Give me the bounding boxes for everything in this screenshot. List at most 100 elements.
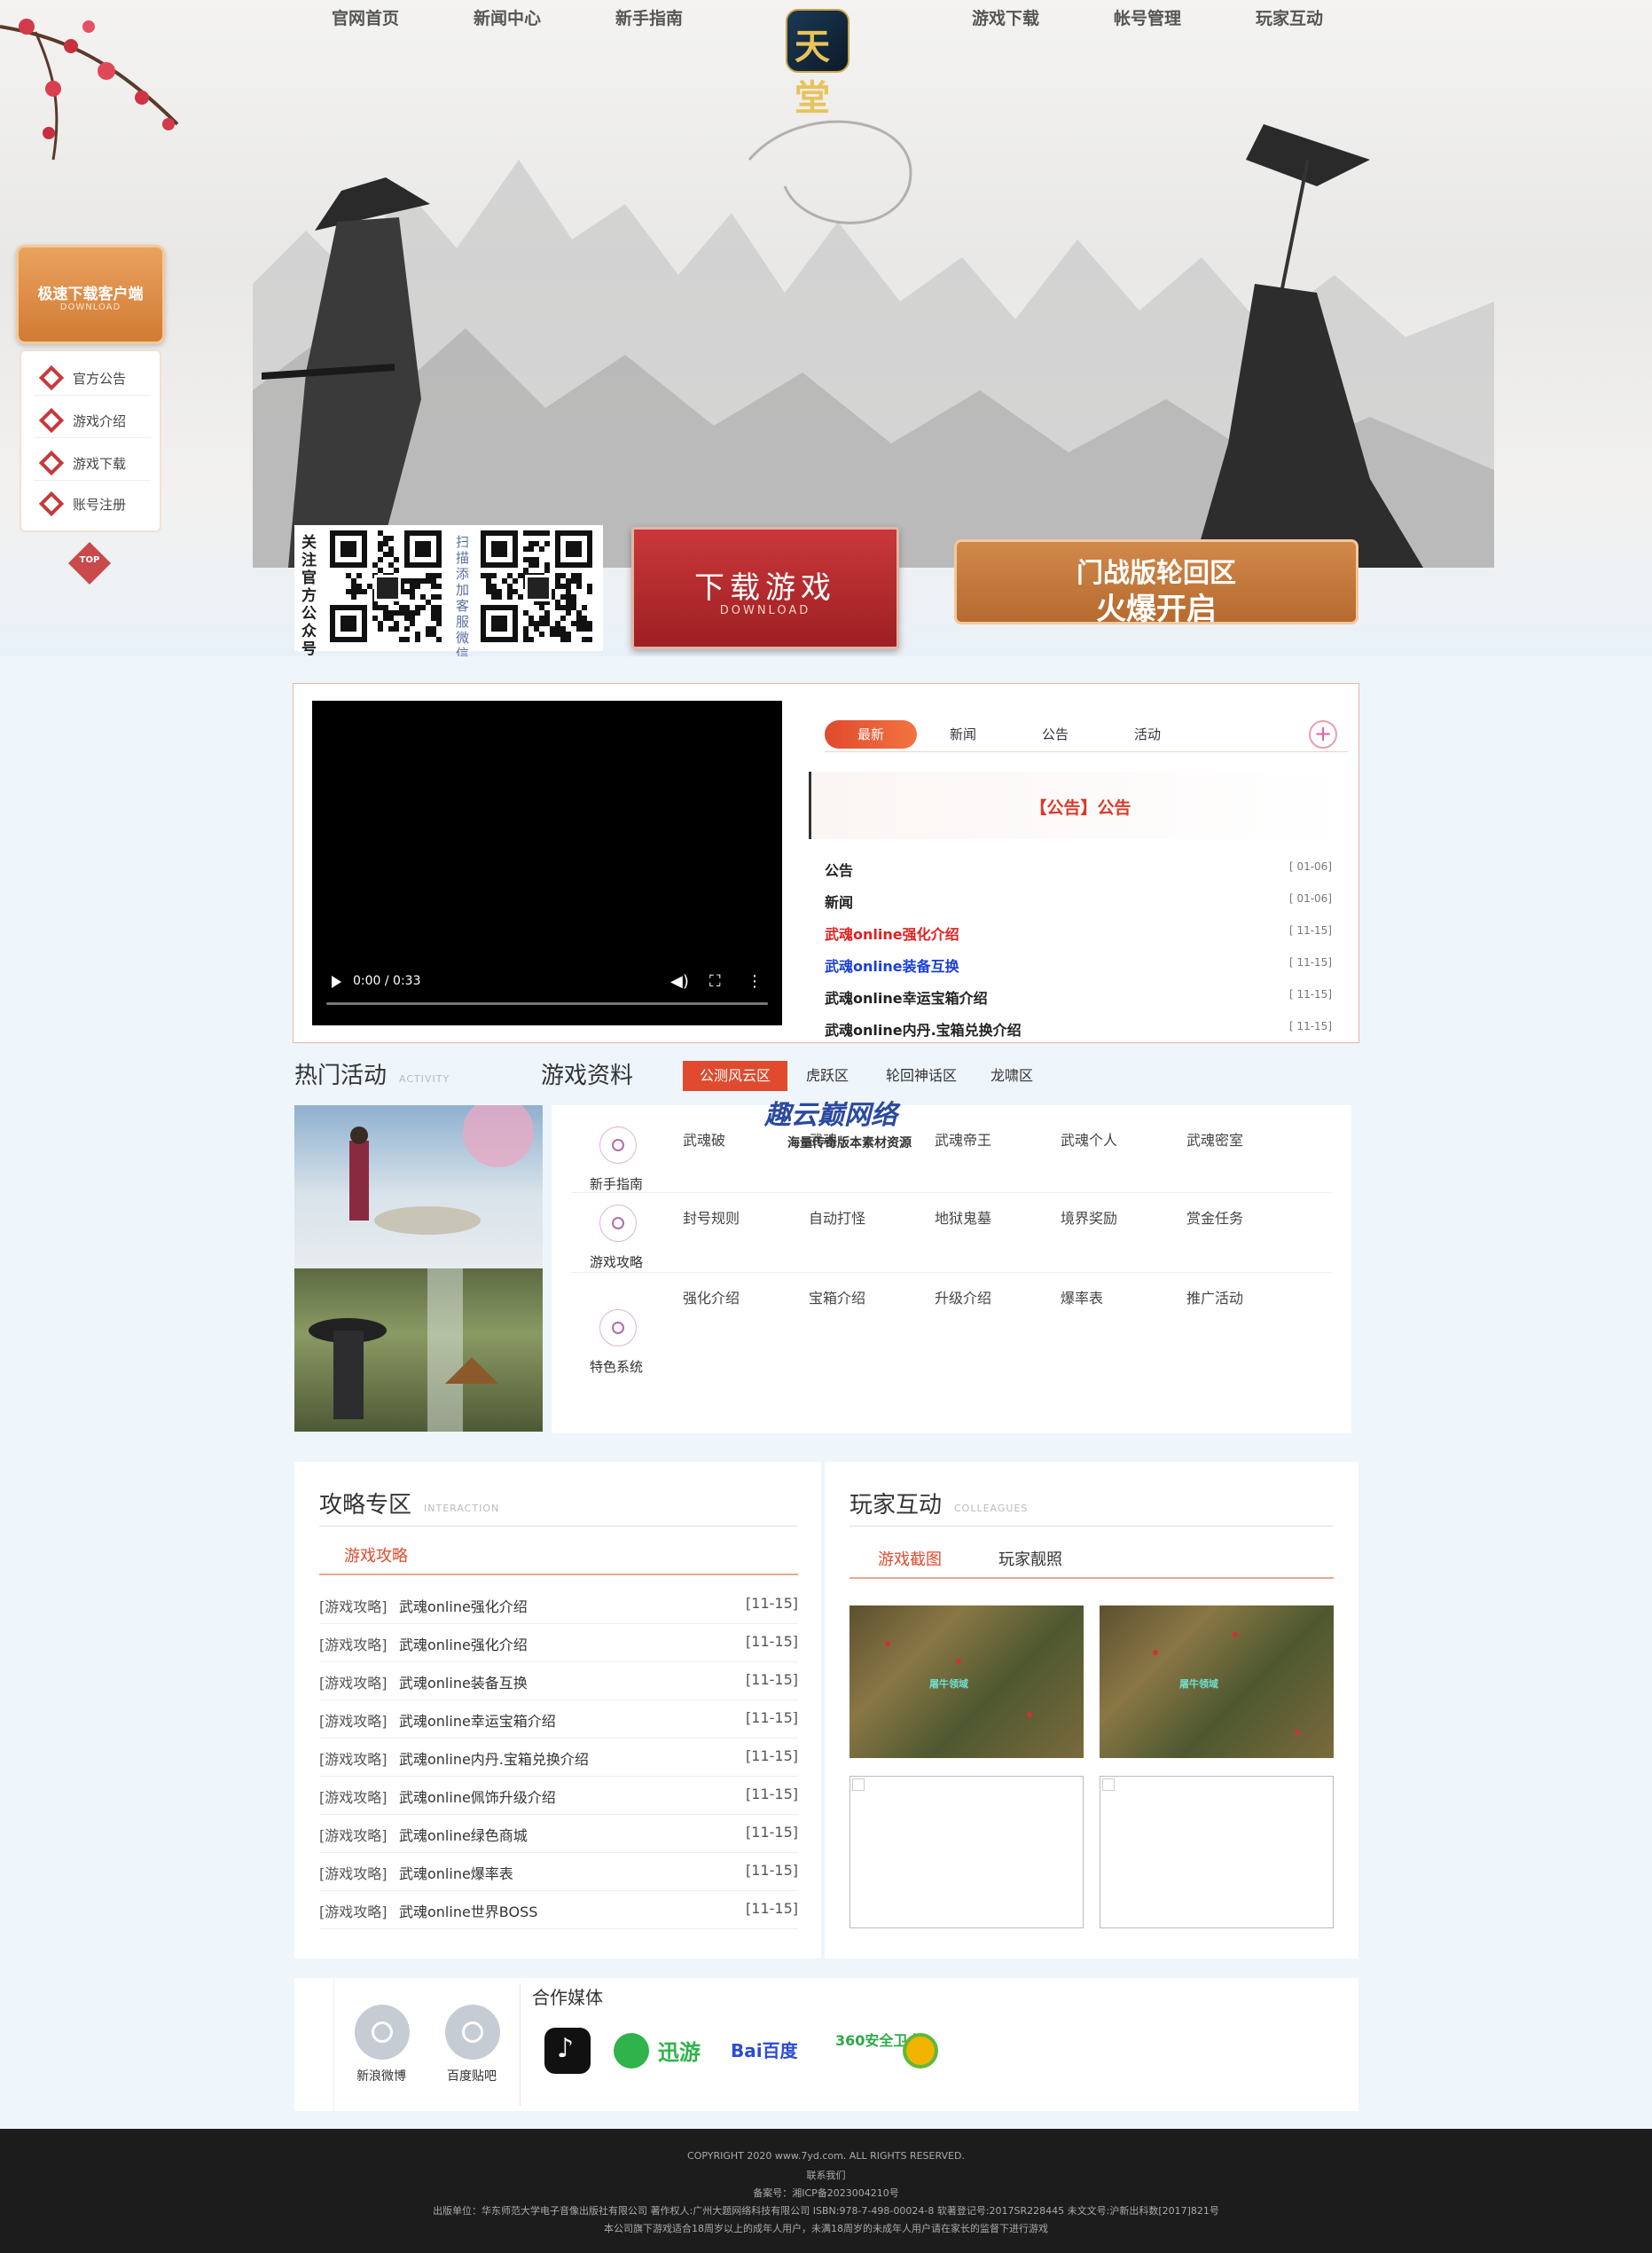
nav-download[interactable]: 游戏下载 xyxy=(972,5,1039,29)
download-game-button[interactable]: 下载游戏 DOWNLOAD xyxy=(631,527,899,649)
tieba-label[interactable]: 百度贴吧 xyxy=(447,2067,497,2084)
game-data-link[interactable]: 武魂帝王 xyxy=(935,1128,991,1150)
nav-news[interactable]: 新闻中心 xyxy=(474,5,541,29)
xunyou-logo[interactable]: 迅游 xyxy=(658,2035,701,2066)
game-data-link[interactable]: 爆率表 xyxy=(1061,1286,1103,1307)
news-row[interactable]: 武魂online装备互换 [ 11-15] xyxy=(825,947,1332,979)
tab-huyue[interactable]: 虎跃区 xyxy=(775,1061,880,1091)
category-strategy[interactable]: 游戏攻略 xyxy=(568,1194,665,1270)
strategy-row[interactable]: [游戏攻略] 武魂online强化介绍 [11-15] xyxy=(319,1586,798,1624)
news-row[interactable]: 公告 [ 01-06] xyxy=(825,852,1332,883)
news-row-title[interactable]: 新闻 xyxy=(825,891,853,912)
screenshot-1[interactable]: 屠牛领域 xyxy=(849,1605,1084,1758)
game-data-link[interactable]: 地狱鬼墓 xyxy=(935,1206,991,1228)
side-item-register[interactable]: 账号注册 xyxy=(34,484,151,522)
strategy-row[interactable]: [游戏攻略] 武魂online佩饰升级介绍 [11-15] xyxy=(319,1777,798,1815)
news-row-title[interactable]: 武魂online内丹.宝箱兑换介绍 xyxy=(825,1018,1022,1040)
game-data-link[interactable]: 武魂个人 xyxy=(1061,1128,1117,1150)
news-row-title[interactable]: 武魂online强化介绍 xyxy=(825,922,959,944)
tieba-icon[interactable] xyxy=(445,2005,500,2060)
nav-home[interactable]: 官网首页 xyxy=(332,5,399,29)
news-headline[interactable]: 【公告】公告 xyxy=(809,772,1350,839)
game-data-link[interactable]: 宝箱介绍 xyxy=(809,1286,865,1307)
strategy-row-title[interactable]: 武魂online强化介绍 xyxy=(399,1595,528,1616)
video-progress-bar[interactable] xyxy=(326,1002,768,1005)
tab-strategy[interactable]: 游戏攻略 xyxy=(344,1543,408,1566)
weibo-label[interactable]: 新浪微博 xyxy=(356,2067,406,2084)
strategy-row-title[interactable]: 武魂online幸运宝箱介绍 xyxy=(399,1709,556,1731)
game-data-link[interactable]: 推广活动 xyxy=(1186,1286,1243,1307)
strategy-row[interactable]: [游戏攻略] 武魂online世界BOSS [11-15] xyxy=(319,1891,798,1929)
strategy-row[interactable]: [游戏攻略] 武魂online强化介绍 [11-15] xyxy=(319,1624,798,1662)
strategy-row-title[interactable]: 武魂online内丹.宝箱兑换介绍 xyxy=(399,1747,589,1769)
tab-longxiao[interactable]: 龙啸区 xyxy=(959,1061,1064,1091)
more-news-button[interactable]: + xyxy=(1309,720,1337,749)
broken-image-2[interactable] xyxy=(1100,1776,1334,1928)
game-data-link[interactable]: 升级介绍 xyxy=(935,1286,991,1307)
footer-icp[interactable]: 备案号：湘ICP备2023004210号 xyxy=(0,2186,1652,2200)
strategy-row-title[interactable]: 武魂online世界BOSS xyxy=(399,1900,537,1921)
qr-code-service xyxy=(481,530,596,646)
tab-gongce[interactable]: 公测风云区 xyxy=(683,1061,787,1091)
more-options-icon[interactable]: ⋮ xyxy=(747,972,763,991)
nav-interaction[interactable]: 玩家互动 xyxy=(1256,5,1323,29)
tab-latest[interactable]: 最新 xyxy=(825,720,917,749)
strategy-row-title[interactable]: 武魂online绿色商城 xyxy=(399,1824,528,1845)
tab-news[interactable]: 新闻 xyxy=(917,720,1009,749)
side-item-download[interactable]: 游戏下载 xyxy=(34,444,151,481)
tab-activity[interactable]: 活动 xyxy=(1101,720,1194,749)
game-data-link[interactable]: 境界奖励 xyxy=(1061,1206,1117,1228)
side-item-intro[interactable]: 游戏介绍 xyxy=(34,401,151,438)
news-row-title[interactable]: 武魂online装备互换 xyxy=(825,954,959,976)
douyin-logo[interactable]: ♪ xyxy=(544,2028,591,2074)
nav-guide[interactable]: 新手指南 xyxy=(615,5,683,29)
strategy-row[interactable]: [游戏攻略] 武魂online内丹.宝箱兑换介绍 [11-15] xyxy=(319,1739,798,1777)
game-data-link[interactable]: 自动打怪 xyxy=(809,1206,865,1228)
game-logo[interactable]: 天堂 xyxy=(786,9,849,119)
activity-image-2[interactable] xyxy=(294,1268,543,1432)
news-row-title[interactable]: 武魂online幸运宝箱介绍 xyxy=(825,986,988,1008)
broken-image-1[interactable] xyxy=(849,1776,1084,1928)
news-row-date: [ 11-15] xyxy=(1288,1020,1332,1032)
side-item-announcement[interactable]: 官方公告 xyxy=(34,358,151,396)
news-row-title[interactable]: 公告 xyxy=(825,859,853,880)
tab-lunhui[interactable]: 轮回神话区 xyxy=(869,1061,974,1091)
strategy-row[interactable]: [游戏攻略] 武魂online爆率表 [11-15] xyxy=(319,1853,798,1891)
news-row[interactable]: 新闻 [ 01-06] xyxy=(825,883,1332,915)
news-row[interactable]: 武魂online强化介绍 [ 11-15] xyxy=(825,915,1332,947)
game-data-link[interactable]: 封号规则 xyxy=(683,1206,740,1228)
360-logo-mark[interactable] xyxy=(903,2033,938,2069)
hero-banner: 官网首页 新闻中心 新手指南 游戏下载 帐号管理 玩家互动 天堂 极速下载客户端… xyxy=(0,0,1652,656)
tab-screenshots[interactable]: 游戏截图 xyxy=(878,1547,942,1570)
activity-image-1[interactable] xyxy=(294,1105,543,1268)
category-features[interactable]: 特色系统 xyxy=(568,1299,665,1375)
side-download-button[interactable]: 极速下载客户端 DOWNLOAD xyxy=(16,245,165,344)
category-newbie[interactable]: 新手指南 xyxy=(568,1116,665,1192)
strategy-row-title[interactable]: 武魂online爆率表 xyxy=(399,1862,513,1883)
weibo-icon[interactable] xyxy=(355,2005,410,2060)
footer-contact-link[interactable]: 联系我们 xyxy=(0,2168,1652,2182)
strategy-row-title[interactable]: 武魂online装备互换 xyxy=(399,1671,528,1692)
news-row[interactable]: 武魂online内丹.宝箱兑换介绍 [ 11-15] xyxy=(825,1011,1332,1043)
play-icon[interactable] xyxy=(332,976,341,988)
strategy-row-title[interactable]: 武魂online佩饰升级介绍 xyxy=(399,1786,556,1807)
tab-announcement[interactable]: 公告 xyxy=(1009,720,1101,749)
game-data-link[interactable]: 强化介绍 xyxy=(683,1286,740,1307)
video-player[interactable]: 0:00 / 0:33 ◀) ⛶ ⋮ xyxy=(312,701,782,1025)
screenshot-2[interactable]: 屠牛领域 xyxy=(1100,1605,1334,1758)
strategy-row[interactable]: [游戏攻略] 武魂online幸运宝箱介绍 [11-15] xyxy=(319,1700,798,1739)
game-data-link[interactable]: 赏金任务 xyxy=(1186,1206,1243,1228)
baidu-logo[interactable]: Bai百度 xyxy=(731,2037,798,2062)
promo-banner[interactable]: 门战版轮回区 火爆开启 xyxy=(954,539,1358,627)
strategy-row[interactable]: [游戏攻略] 武魂online装备互换 [11-15] xyxy=(319,1662,798,1700)
strategy-row[interactable]: [游戏攻略] 武魂online绿色商城 [11-15] xyxy=(319,1815,798,1853)
game-data-link[interactable]: 武魂密室 xyxy=(1186,1128,1243,1150)
tab-player-photos[interactable]: 玩家靓照 xyxy=(998,1547,1062,1570)
xunyou-logo-mark[interactable] xyxy=(614,2033,649,2069)
nav-account[interactable]: 帐号管理 xyxy=(1114,5,1181,29)
news-row[interactable]: 武魂online幸运宝箱介绍 [ 11-15] xyxy=(825,979,1332,1011)
game-data-link[interactable]: 武魂破 xyxy=(683,1128,725,1150)
volume-icon[interactable]: ◀) xyxy=(670,972,689,991)
fullscreen-icon[interactable]: ⛶ xyxy=(709,972,721,991)
strategy-row-title[interactable]: 武魂online强化介绍 xyxy=(399,1633,528,1654)
